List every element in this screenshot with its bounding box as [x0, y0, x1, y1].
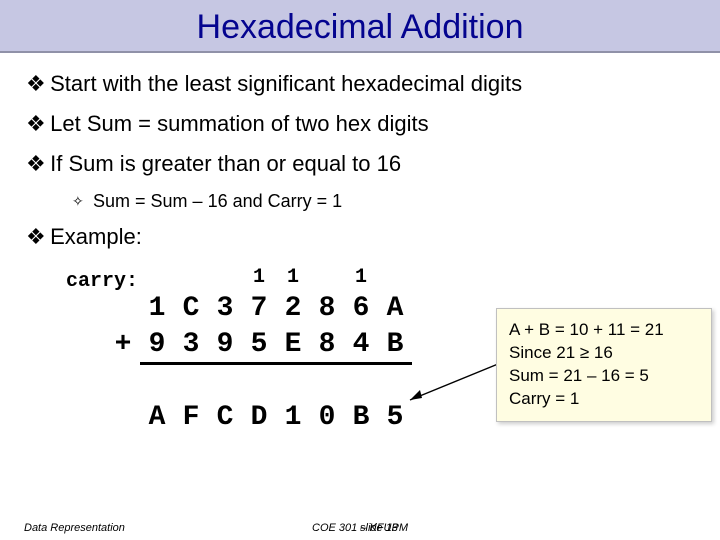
- digit-cell: 5: [242, 326, 276, 364]
- digit-cell: 7: [242, 290, 276, 326]
- digit-cell: 1: [276, 400, 310, 436]
- digit-cell: 3: [208, 290, 242, 326]
- bullet-1-text: Start with the least significant hexadec…: [50, 71, 522, 96]
- bullet-3-sub: ✧ Sum = Sum – 16 and Carry = 1: [72, 191, 694, 212]
- digit-cell: C: [208, 400, 242, 436]
- bullet-3-sub-text: Sum = Sum – 16 and Carry = 1: [93, 191, 342, 211]
- bullet-1: ❖ Start with the least significant hexad…: [26, 71, 694, 97]
- carry-cell: [208, 264, 242, 290]
- plus-sign: +: [106, 326, 140, 364]
- bullet-icon: ❖: [26, 111, 40, 137]
- arrow-icon: [398, 364, 508, 424]
- operand-row-2: + 9 3 9 5 E 8 4 B: [106, 326, 412, 364]
- digit-cell: 6: [344, 290, 378, 326]
- bullet-2-text: Let Sum = summation of two hex digits: [50, 111, 428, 136]
- explain-line-3: Sum = 21 – 16 = 5: [509, 365, 699, 388]
- slide-title: Hexadecimal Addition: [0, 8, 720, 47]
- digit-cell: B: [344, 400, 378, 436]
- digit-cell: 9: [140, 326, 174, 364]
- digit-cell: 3: [174, 326, 208, 364]
- explanation-box: A + B = 10 + 11 = 21 Since 21 ≥ 16 Sum =…: [496, 308, 712, 422]
- bullet-4-text: Example:: [50, 224, 142, 249]
- digit-cell: D: [242, 400, 276, 436]
- explain-line-1: A + B = 10 + 11 = 21: [509, 319, 699, 342]
- digit-cell: A: [378, 290, 412, 326]
- title-bar: Hexadecimal Addition: [0, 0, 720, 53]
- footer-slide-number: slide 13: [360, 522, 398, 534]
- slide-content: ❖ Start with the least significant hexad…: [0, 53, 720, 494]
- explain-line-2: Since 21 ≥ 16: [509, 342, 699, 365]
- worked-example: carry: 1 1 1 1 C 3: [26, 264, 694, 494]
- digit-cell: 4: [344, 326, 378, 364]
- digit-cell: C: [174, 290, 208, 326]
- bullet-2: ❖ Let Sum = summation of two hex digits: [26, 111, 694, 137]
- bullet-icon: ❖: [26, 71, 40, 97]
- digit-cell: A: [140, 400, 174, 436]
- digit-cell: E: [276, 326, 310, 364]
- hex-addition-table: 1 1 1 1 C 3 7 2 8 6 A: [106, 264, 412, 436]
- sub-bullet-icon: ✧: [72, 193, 84, 210]
- bullet-4: ❖ Example:: [26, 224, 694, 250]
- carry-row: 1 1 1: [106, 264, 412, 290]
- digit-cell: F: [174, 400, 208, 436]
- carry-cell: [140, 264, 174, 290]
- digit-cell: 8: [310, 290, 344, 326]
- operand-row-1: 1 C 3 7 2 8 6 A: [106, 290, 412, 326]
- bullet-icon: ❖: [26, 151, 40, 177]
- carry-cell: 1: [344, 264, 378, 290]
- carry-cell: 1: [242, 264, 276, 290]
- explain-line-4: Carry = 1: [509, 388, 699, 411]
- result-row: A F C D 1 0 B 5: [106, 400, 412, 436]
- carry-cell: [378, 264, 412, 290]
- digit-cell: B: [378, 326, 412, 364]
- carry-cell: [174, 264, 208, 290]
- digit-cell: 2: [276, 290, 310, 326]
- addition-table-wrap: 1 1 1 1 C 3 7 2 8 6 A: [106, 264, 412, 436]
- bullet-3-text: If Sum is greater than or equal to 16: [50, 151, 401, 176]
- division-line: [140, 364, 412, 400]
- digit-cell: 0: [310, 400, 344, 436]
- digit-cell: 1: [140, 290, 174, 326]
- digit-cell: 9: [208, 326, 242, 364]
- bullet-icon: ❖: [26, 224, 40, 250]
- bullet-3: ❖ If Sum is greater than or equal to 16: [26, 151, 694, 177]
- carry-cell: 1: [276, 264, 310, 290]
- digit-cell: 8: [310, 326, 344, 364]
- carry-cell: [310, 264, 344, 290]
